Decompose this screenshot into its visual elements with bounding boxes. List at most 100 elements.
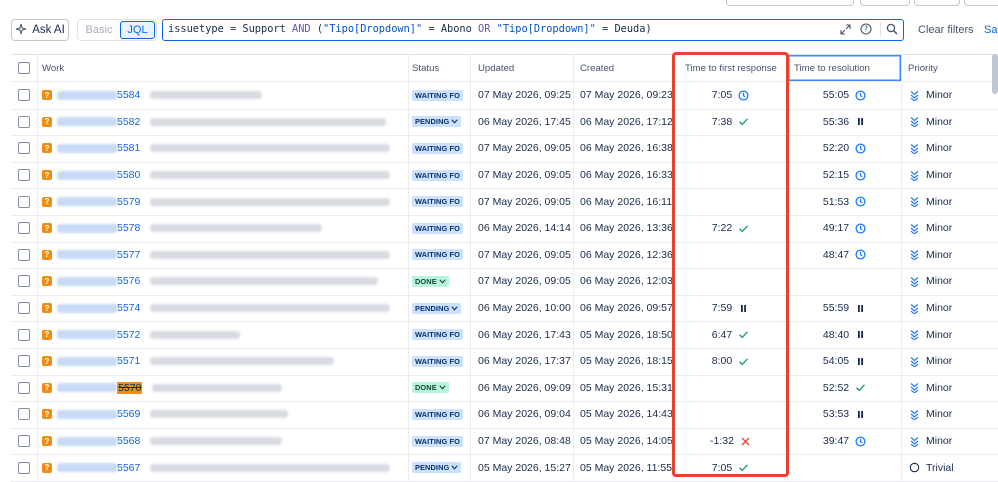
issue-key-prefix[interactable] — [57, 223, 117, 233]
table-row[interactable]: ? 5569 WAITING FO 06 May 2026, 09:04 05 May … — [11, 401, 998, 429]
status-lozenge[interactable]: WAITING FO — [412, 196, 463, 208]
issue-summary[interactable] — [150, 304, 391, 313]
issue-summary[interactable] — [150, 171, 391, 180]
row-checkbox[interactable] — [18, 142, 30, 155]
issue-key-number[interactable]: 5568 — [117, 435, 140, 447]
row-checkbox[interactable] — [18, 302, 30, 315]
table-row[interactable]: ? 5577 WAITING FO 07 May 2026, 09:05 06 May … — [11, 241, 998, 270]
status-lozenge[interactable]: WAITING FO — [412, 435, 463, 447]
issue-summary[interactable] — [150, 357, 335, 366]
issue-summary[interactable] — [150, 437, 283, 446]
issue-key-number[interactable]: 5572 — [117, 329, 140, 341]
issue-key-number[interactable]: 5582 — [117, 116, 140, 128]
jql-query-input[interactable]: issuetype = Support AND ("Tipo[Dropdown]… — [162, 19, 904, 41]
issue-key-prefix[interactable] — [57, 170, 117, 180]
ask-ai-button[interactable]: Ask AI — [11, 19, 69, 41]
col-header-work[interactable]: Work — [38, 55, 409, 81]
issue-key-number[interactable]: 5579 — [117, 196, 140, 208]
row-checkbox[interactable] — [18, 461, 30, 474]
col-header-time-to-resolution[interactable]: Time to resolution — [788, 55, 902, 81]
top-control-4[interactable] — [964, 0, 998, 6]
issue-key-number[interactable]: 5578 — [117, 222, 140, 234]
issue-key-prefix[interactable] — [57, 250, 117, 260]
issue-key-number[interactable]: 5580 — [117, 169, 140, 181]
issue-key-prefix[interactable] — [57, 436, 117, 446]
status-lozenge[interactable]: WAITING FO — [412, 89, 463, 101]
top-control-2[interactable] — [860, 0, 910, 6]
row-checkbox[interactable] — [18, 89, 30, 102]
issue-key-number[interactable]: 5577 — [117, 249, 140, 261]
row-checkbox[interactable] — [18, 248, 30, 261]
status-lozenge[interactable]: WAITING FO — [412, 169, 463, 181]
issue-key-prefix[interactable] — [57, 383, 117, 393]
issue-key-prefix[interactable] — [57, 463, 117, 473]
table-row[interactable]: ? 5574 PENDING 06 May 2026, 10:00 06 May 202… — [11, 294, 998, 323]
search-icon[interactable] — [880, 22, 899, 36]
issue-summary[interactable] — [150, 277, 379, 286]
row-checkbox[interactable] — [18, 408, 30, 421]
issue-summary[interactable] — [150, 144, 391, 153]
clear-filters-button[interactable]: Clear filters — [918, 24, 974, 36]
table-row[interactable]: ? 5579 WAITING FO 07 May 2026, 09:05 06 May … — [11, 188, 998, 216]
col-header-created[interactable]: Created — [574, 55, 674, 81]
mode-basic-button[interactable]: Basic — [78, 20, 120, 40]
select-all-checkbox[interactable] — [18, 62, 30, 74]
table-row[interactable]: ? 5571 WAITING FO 06 May 2026, 17:37 05 May … — [11, 348, 998, 376]
table-row[interactable]: ? 5576 DONE 07 May 2026, 09:05 06 May 2026, … — [11, 268, 998, 296]
issue-key-prefix[interactable] — [57, 356, 117, 366]
table-row[interactable]: ? 5568 WAITING FO 07 May 2026, 08:48 05 May … — [11, 427, 998, 456]
status-lozenge[interactable]: DONE — [412, 275, 449, 287]
help-icon[interactable]: ? — [859, 22, 873, 36]
issue-key-number[interactable]: 5569 — [117, 408, 140, 420]
vertical-scrollbar[interactable] — [992, 54, 998, 94]
status-lozenge[interactable]: WAITING FO — [412, 249, 463, 261]
issue-key-number[interactable]: 5574 — [117, 302, 140, 314]
issue-key-number[interactable]: 5570 — [117, 381, 143, 394]
issue-key-prefix[interactable] — [57, 330, 117, 340]
row-checkbox[interactable] — [18, 115, 30, 128]
table-row[interactable]: ? 5584 WAITING FO 07 May 2026, 09:25 07 May … — [11, 82, 998, 110]
issue-summary[interactable] — [150, 463, 391, 472]
table-row[interactable]: ? 5582 PENDING 06 May 2026, 17:45 06 May 202… — [11, 108, 998, 137]
table-row[interactable]: ? 5570 DONE 06 May 2026, 09:09 05 May 2026, … — [11, 374, 998, 403]
status-lozenge[interactable]: WAITING FO — [412, 329, 463, 341]
status-lozenge[interactable]: DONE — [412, 382, 449, 394]
issue-summary[interactable] — [150, 250, 391, 259]
issue-key-prefix[interactable] — [57, 303, 117, 313]
status-lozenge[interactable]: PENDING — [412, 302, 462, 314]
status-lozenge[interactable]: PENDING — [412, 116, 462, 128]
issue-summary[interactable] — [150, 224, 323, 233]
issue-key-prefix[interactable] — [57, 276, 117, 286]
status-lozenge[interactable]: WAITING FO — [412, 355, 463, 367]
issue-key-number[interactable]: 5584 — [117, 89, 140, 101]
col-header-updated[interactable]: Updated — [471, 55, 574, 81]
issue-key-prefix[interactable] — [57, 409, 117, 419]
row-checkbox[interactable] — [18, 169, 30, 182]
issue-key-prefix[interactable] — [57, 143, 117, 153]
issue-summary[interactable] — [150, 117, 387, 126]
issue-summary[interactable] — [152, 383, 283, 392]
row-checkbox[interactable] — [18, 195, 30, 208]
top-control-1[interactable] — [726, 0, 854, 6]
status-lozenge[interactable]: WAITING FO — [412, 222, 463, 234]
issue-key-prefix[interactable] — [57, 197, 117, 207]
table-row[interactable]: ? 5580 WAITING FO 07 May 2026, 09:05 06 May … — [11, 161, 998, 190]
col-header-time-to-first-response[interactable]: Time to first response — [674, 55, 788, 81]
top-control-3[interactable] — [914, 0, 960, 6]
issue-summary[interactable] — [150, 410, 289, 419]
row-checkbox[interactable] — [18, 275, 30, 288]
status-lozenge[interactable]: WAITING FO — [412, 142, 463, 154]
table-row[interactable]: ? 5581 WAITING FO 07 May 2026, 09:05 06 May … — [11, 135, 998, 163]
issue-key-number[interactable]: 5571 — [117, 355, 140, 367]
issue-summary[interactable] — [150, 91, 263, 100]
col-header-status[interactable]: Status — [409, 55, 471, 81]
issue-key-prefix[interactable] — [57, 117, 117, 127]
col-header-priority[interactable]: Priority — [902, 55, 998, 81]
table-row[interactable]: ? 5578 WAITING FO 06 May 2026, 14:14 06 May … — [11, 215, 998, 243]
expand-icon[interactable] — [838, 22, 852, 36]
table-row[interactable]: ? 5567 PENDING 05 May 2026, 15:27 05 May 202… — [11, 454, 998, 482]
save-filter-button[interactable]: Sav — [984, 24, 998, 36]
issue-key-number[interactable]: 5567 — [117, 462, 140, 474]
row-checkbox[interactable] — [18, 222, 30, 235]
issue-key-prefix[interactable] — [57, 90, 117, 100]
